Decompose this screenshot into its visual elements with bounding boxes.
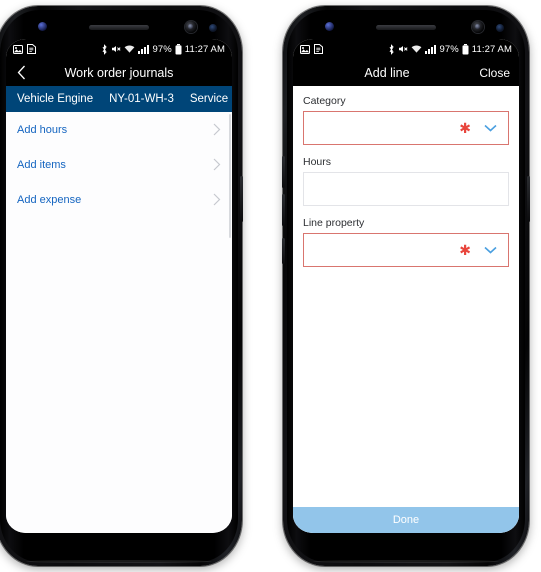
journal-list: Add hours Add items Add expense (6, 112, 232, 533)
phone-device-left: 97% 11:27 AM Work order journals Vehicle… (0, 6, 243, 566)
assistant-button-right[interactable] (282, 238, 285, 264)
required-asterisk-icon: ✱ (459, 242, 471, 258)
chevron-right-icon (213, 158, 221, 171)
list-item-label: Add expense (17, 193, 82, 206)
back-button-left[interactable] (6, 65, 36, 80)
earpiece-speaker (376, 25, 436, 30)
app-title-bar-left: Work order journals (6, 59, 232, 86)
done-button[interactable]: Done (293, 507, 519, 533)
battery-percent-label: 97% (439, 43, 459, 55)
front-camera-icon (472, 21, 484, 33)
battery-icon (175, 43, 182, 55)
chevron-left-icon (17, 65, 26, 80)
signal-icon (138, 44, 150, 54)
screen-left: 97% 11:27 AM Work order journals Vehicle… (6, 39, 232, 533)
field-label: Hours (303, 156, 332, 168)
field-line-property: Line property ✱ (303, 217, 509, 267)
close-button[interactable]: Close (479, 66, 519, 80)
work-order-context-bar: Vehicle Engine NY-01-WH-3 Service (6, 86, 232, 112)
form-spacer (303, 278, 509, 507)
bluetooth-icon (388, 43, 395, 55)
screen-right: 97% 11:27 AM Add line Close Category ✱ H… (293, 39, 519, 533)
battery-percent-label: 97% (152, 43, 172, 55)
notification-led-icon (325, 22, 334, 31)
notification-led-icon (38, 22, 47, 31)
status-bar-right: 97% 11:27 AM (293, 39, 519, 59)
hours-input[interactable] (303, 172, 509, 206)
mute-icon (398, 44, 408, 54)
list-item-add-hours[interactable]: Add hours (6, 112, 232, 147)
field-hours: Hours (303, 156, 509, 206)
list-scrollbar[interactable] (228, 114, 231, 238)
list-item-label: Add hours (17, 123, 68, 136)
wifi-icon (124, 44, 135, 54)
required-asterisk-icon: ✱ (459, 120, 471, 136)
status-bar-left: 97% 11:27 AM (6, 39, 232, 59)
line-property-dropdown[interactable]: ✱ (303, 233, 509, 267)
clock-label: 11:27 AM (471, 43, 512, 55)
signal-icon (425, 44, 437, 54)
wifi-icon (411, 44, 422, 54)
phone-device-right: 97% 11:27 AM Add line Close Category ✱ H… (282, 6, 530, 566)
power-button-left[interactable] (240, 176, 243, 222)
bluetooth-icon (101, 43, 108, 55)
image-icon (13, 44, 23, 54)
list-item-add-items[interactable]: Add items (6, 147, 232, 182)
category-dropdown[interactable]: ✱ (303, 111, 509, 145)
page-title-left: Work order journals (64, 65, 174, 80)
document-icon (314, 44, 323, 54)
add-line-form: Category ✱ Hours Line property ✱ Done (293, 86, 519, 533)
chevron-down-icon (484, 124, 497, 132)
front-camera-icon (185, 21, 197, 33)
clock-label: 11:27 AM (184, 43, 225, 55)
iris-sensor-icon (209, 24, 217, 32)
document-icon (27, 44, 36, 54)
mute-icon (111, 44, 121, 54)
top-bezel-left (0, 10, 242, 42)
context-item-service: Service (189, 93, 229, 105)
power-button-right[interactable] (527, 176, 530, 222)
iris-sensor-icon (496, 24, 504, 32)
screenshot-canvas: 97% 11:27 AM Work order journals Vehicle… (0, 0, 541, 572)
chevron-down-icon (484, 246, 497, 254)
image-icon (300, 44, 310, 54)
volume-down-button-right[interactable] (282, 194, 285, 226)
chevron-right-icon (213, 193, 221, 206)
top-bezel-right (283, 10, 529, 42)
battery-icon (462, 43, 469, 55)
app-title-bar-right: Add line Close (293, 59, 519, 86)
list-item-add-expense[interactable]: Add expense (6, 182, 232, 217)
chevron-right-icon (213, 123, 221, 136)
list-item-label: Add items (17, 158, 66, 171)
volume-up-button-right[interactable] (282, 156, 285, 188)
page-title-right: Add line (364, 65, 410, 80)
context-item-asset-id: NY-01-WH-3 (109, 93, 174, 105)
field-category: Category ✱ (303, 95, 509, 145)
context-item-vehicle: Vehicle Engine (17, 93, 94, 105)
earpiece-speaker (89, 25, 149, 30)
field-label: Category (303, 95, 346, 107)
field-label: Line property (303, 217, 365, 229)
